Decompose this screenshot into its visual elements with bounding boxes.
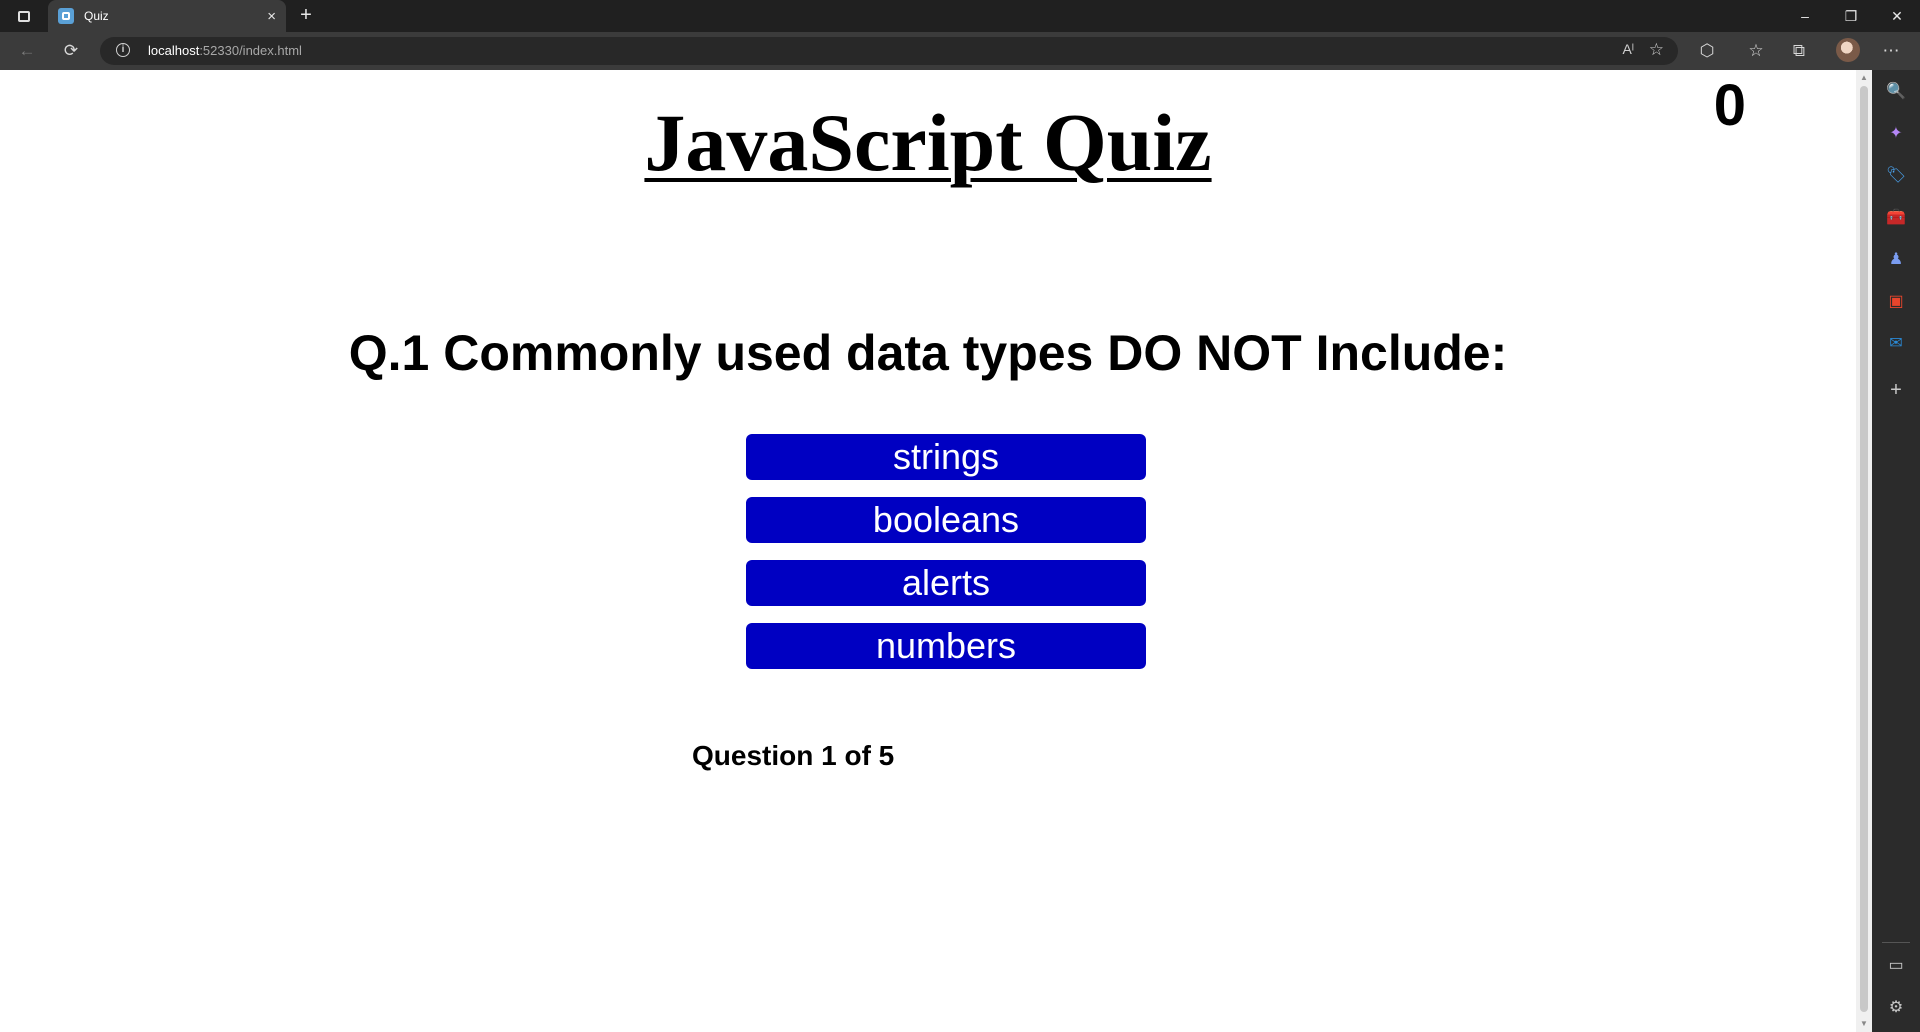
extensions-button[interactable]: ⬡ [1693, 37, 1721, 65]
search-icon[interactable]: 🔍 [1884, 80, 1908, 104]
answer-button-booleans[interactable]: booleans [746, 497, 1146, 543]
browser-toolbar: ← ⟳ i localhost:52330/index.html Aˡ ☆ ⬡ … [0, 32, 1920, 70]
copilot-icon[interactable]: ✦ [1884, 122, 1908, 146]
sidebar-divider [1882, 942, 1910, 943]
tab-quiz[interactable]: Quiz × [48, 0, 286, 32]
collections-button[interactable]: ⧉ [1785, 37, 1813, 65]
favicon-icon [58, 8, 74, 24]
add-favorite-icon[interactable]: ☆ [1649, 40, 1664, 60]
tab-title: Quiz [84, 9, 109, 23]
office-icon[interactable]: ▣ [1884, 290, 1908, 314]
browser-window: Quiz × + – ❐ ✕ ← ⟳ i localhost:52330/ind… [0, 0, 1920, 1032]
answer-button-numbers[interactable]: numbers [746, 623, 1146, 669]
site-info-icon[interactable]: i [116, 43, 130, 57]
refresh-button[interactable]: ⟳ [57, 37, 85, 65]
page-scrollbar[interactable]: ▲ ▼ [1856, 70, 1872, 1032]
tab-actions-button[interactable] [10, 6, 38, 26]
games-icon[interactable]: ♟ [1884, 248, 1908, 272]
tab-close-icon[interactable]: × [267, 9, 276, 24]
scroll-up-icon[interactable]: ▲ [1859, 73, 1869, 83]
shopping-tag-icon[interactable]: 🏷 [1884, 164, 1908, 188]
restore-button[interactable]: ❐ [1828, 0, 1874, 32]
minimize-button[interactable]: – [1782, 0, 1828, 32]
answer-button-strings[interactable]: strings [746, 434, 1146, 480]
answer-button-alerts[interactable]: alerts [746, 560, 1146, 606]
layout-icon[interactable]: ▭ [1884, 954, 1908, 978]
page-title: JavaScript Quiz [644, 97, 1212, 188]
back-button[interactable]: ← [13, 37, 41, 65]
page-content: 0 JavaScript Quiz Q.1 Commonly used data… [0, 70, 1856, 1032]
add-icon[interactable]: + [1884, 378, 1908, 402]
tab-strip: Quiz × + – ❐ ✕ [0, 0, 1920, 32]
answer-list: strings booleans alerts numbers [746, 434, 1146, 686]
profile-avatar[interactable] [1836, 38, 1860, 62]
question-progress: Question 1 of 5 [692, 740, 895, 771]
outlook-icon[interactable]: ✉ [1884, 332, 1908, 356]
scrollbar-thumb[interactable] [1860, 86, 1868, 1012]
favorites-button[interactable]: ☆ [1742, 37, 1770, 65]
address-bar[interactable]: i localhost:52330/index.html Aˡ ☆ [100, 37, 1678, 65]
read-aloud-icon[interactable]: Aˡ [1622, 41, 1634, 57]
scroll-down-icon[interactable]: ▼ [1859, 1019, 1869, 1029]
close-window-button[interactable]: ✕ [1874, 0, 1920, 32]
new-tab-button[interactable]: + [294, 3, 318, 27]
question-text: Q.1 Commonly used data types DO NOT Incl… [348, 325, 1508, 381]
more-options-button[interactable]: ⋯ [1877, 37, 1905, 65]
address-url[interactable]: localhost:52330/index.html [148, 43, 302, 58]
settings-icon[interactable]: ⚙ [1884, 996, 1908, 1020]
tools-icon[interactable]: 🧰 [1884, 206, 1908, 230]
tab-actions-icon [18, 10, 30, 22]
edge-sidebar: 🔍 ✦ 🏷 🧰 ♟ ▣ ✉ + ▭ ⚙ [1872, 70, 1920, 1032]
